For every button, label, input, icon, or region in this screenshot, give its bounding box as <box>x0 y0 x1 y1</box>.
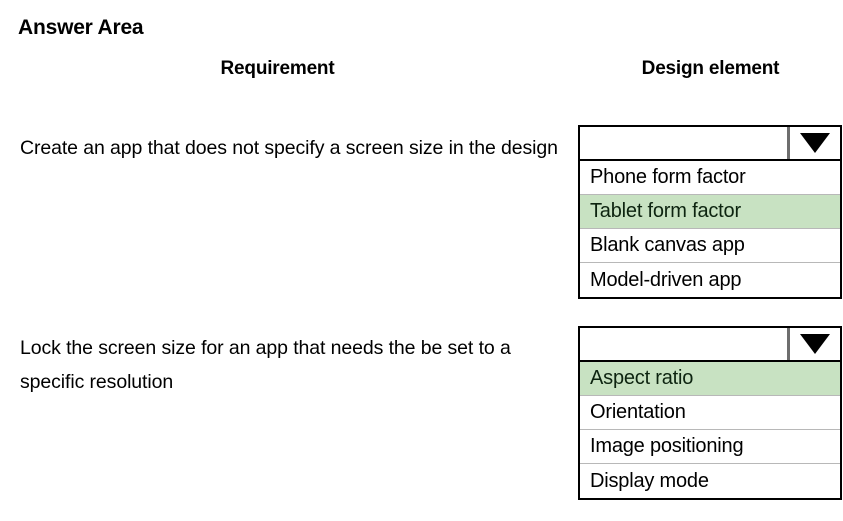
dropdown-toggle-row-2[interactable] <box>787 328 840 360</box>
dropdown-options-row-1: Phone form factor Tablet form factor Bla… <box>578 161 842 299</box>
requirement-text-row-2: Lock the screen size for an app that nee… <box>20 337 511 393</box>
column-header-requirement: Requirement <box>220 58 335 79</box>
dropdown-option-row-1-3[interactable]: Model-driven app <box>580 263 840 297</box>
dropdown-row-2: Aspect ratio Orientation Image positioni… <box>578 326 842 500</box>
dropdown-row-1: Phone form factor Tablet form factor Bla… <box>578 125 842 299</box>
dropdown-option-row-1-1[interactable]: Tablet form factor <box>580 195 840 229</box>
chevron-down-icon <box>800 133 830 153</box>
dropdown-field-row-2[interactable] <box>578 326 842 362</box>
column-header-design-element: Design element <box>641 58 780 79</box>
requirement-text-row-1: Create an app that does not specify a sc… <box>20 137 558 159</box>
chevron-down-icon <box>800 334 830 354</box>
dropdown-toggle-row-1[interactable] <box>787 127 840 159</box>
dropdown-option-row-1-2[interactable]: Blank canvas app <box>580 229 840 263</box>
dropdown-options-row-2: Aspect ratio Orientation Image positioni… <box>578 362 842 500</box>
dropdown-option-row-2-2[interactable]: Image positioning <box>580 430 840 464</box>
dropdown-option-row-2-1[interactable]: Orientation <box>580 396 840 430</box>
dropdown-option-row-1-0[interactable]: Phone form factor <box>580 161 840 195</box>
page-title: Answer Area <box>18 16 144 39</box>
dropdown-option-row-2-0[interactable]: Aspect ratio <box>580 362 840 396</box>
dropdown-field-row-1[interactable] <box>578 125 842 161</box>
dropdown-selected-value-row-1 <box>580 127 787 159</box>
dropdown-selected-value-row-2 <box>580 328 787 360</box>
dropdown-option-row-2-3[interactable]: Display mode <box>580 464 840 498</box>
